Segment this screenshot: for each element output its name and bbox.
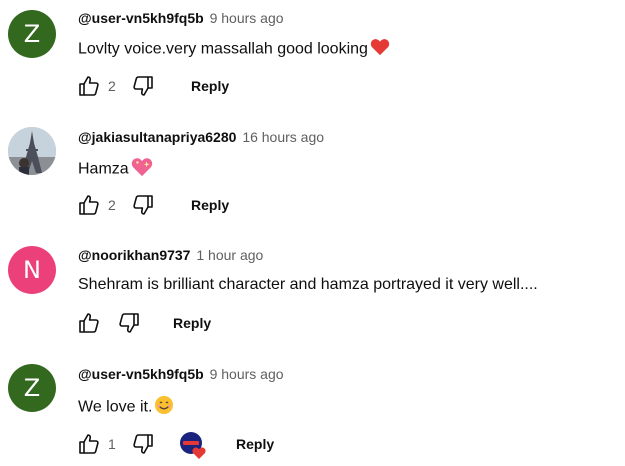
comment-header: @jakiasultanapriya6280 16 hours ago xyxy=(78,129,324,145)
comment-time[interactable]: 1 hour ago xyxy=(196,247,263,263)
avatar[interactable] xyxy=(8,127,56,175)
dislike-button[interactable] xyxy=(130,192,156,218)
dislike-button[interactable] xyxy=(130,73,156,99)
like-button[interactable] xyxy=(76,73,102,99)
thumbs-down-icon xyxy=(133,76,153,96)
eiffel-tower-photo-icon xyxy=(8,127,56,175)
comment-text: Lovlty voice.very massallah good looking xyxy=(78,38,390,61)
thumbs-up-icon xyxy=(79,313,99,333)
comment-header: @noorikhan9737 1 hour ago xyxy=(78,247,263,263)
like-button[interactable] xyxy=(76,310,102,336)
thumbs-down-icon xyxy=(133,195,153,215)
sparkling-heart-icon xyxy=(131,157,153,182)
comment-time[interactable]: 9 hours ago xyxy=(210,10,284,26)
comment-header: @user-vn5kh9fq5b 9 hours ago xyxy=(78,366,284,382)
comment-text: Hamza xyxy=(78,157,153,182)
reply-button[interactable]: Reply xyxy=(191,78,229,94)
comment-text-content: We love it. xyxy=(78,398,153,416)
dislike-button[interactable] xyxy=(130,431,156,457)
reply-button[interactable]: Reply xyxy=(236,436,274,452)
red-heart-icon xyxy=(370,38,390,61)
author-name[interactable]: @jakiasultanapriya6280 xyxy=(78,129,236,145)
avatar[interactable]: Z xyxy=(8,10,56,58)
comment-time[interactable]: 9 hours ago xyxy=(210,366,284,382)
comment-text-content: Shehram is brilliant character and hamza… xyxy=(78,276,538,293)
avatar-letter: Z xyxy=(23,20,41,48)
reply-button[interactable]: Reply xyxy=(191,197,229,213)
like-button[interactable] xyxy=(76,431,102,457)
creator-heart-icon xyxy=(178,430,208,460)
thumbs-down-icon xyxy=(119,313,139,333)
comment-text: We love it. xyxy=(78,395,174,420)
comment-text-content: Hamza xyxy=(78,160,129,178)
comment-time[interactable]: 16 hours ago xyxy=(242,129,324,145)
thumbs-up-icon xyxy=(79,76,99,96)
thumbs-up-icon xyxy=(79,195,99,215)
like-count: 2 xyxy=(108,78,116,94)
like-button[interactable] xyxy=(76,192,102,218)
author-name[interactable]: @user-vn5kh9fq5b xyxy=(78,366,204,382)
thumbs-down-icon xyxy=(133,434,153,454)
like-count: 1 xyxy=(108,436,116,452)
avatar-letter: Z xyxy=(23,374,41,402)
comment-header: @user-vn5kh9fq5b 9 hours ago xyxy=(78,10,284,26)
reply-button[interactable]: Reply xyxy=(173,315,211,331)
comment-text-content: Lovlty voice.very massallah good looking xyxy=(78,40,368,58)
comment-text: Shehram is brilliant character and hamza… xyxy=(78,276,538,294)
dislike-button[interactable] xyxy=(116,310,142,336)
like-count: 2 xyxy=(108,197,116,213)
avatar-letter: N xyxy=(23,256,41,284)
author-name[interactable]: @user-vn5kh9fq5b xyxy=(78,10,204,26)
smiling-face-icon xyxy=(154,395,174,420)
avatar[interactable]: N xyxy=(8,246,56,294)
thumbs-up-icon xyxy=(79,434,99,454)
avatar[interactable]: Z xyxy=(8,364,56,412)
author-name[interactable]: @noorikhan9737 xyxy=(78,247,190,263)
